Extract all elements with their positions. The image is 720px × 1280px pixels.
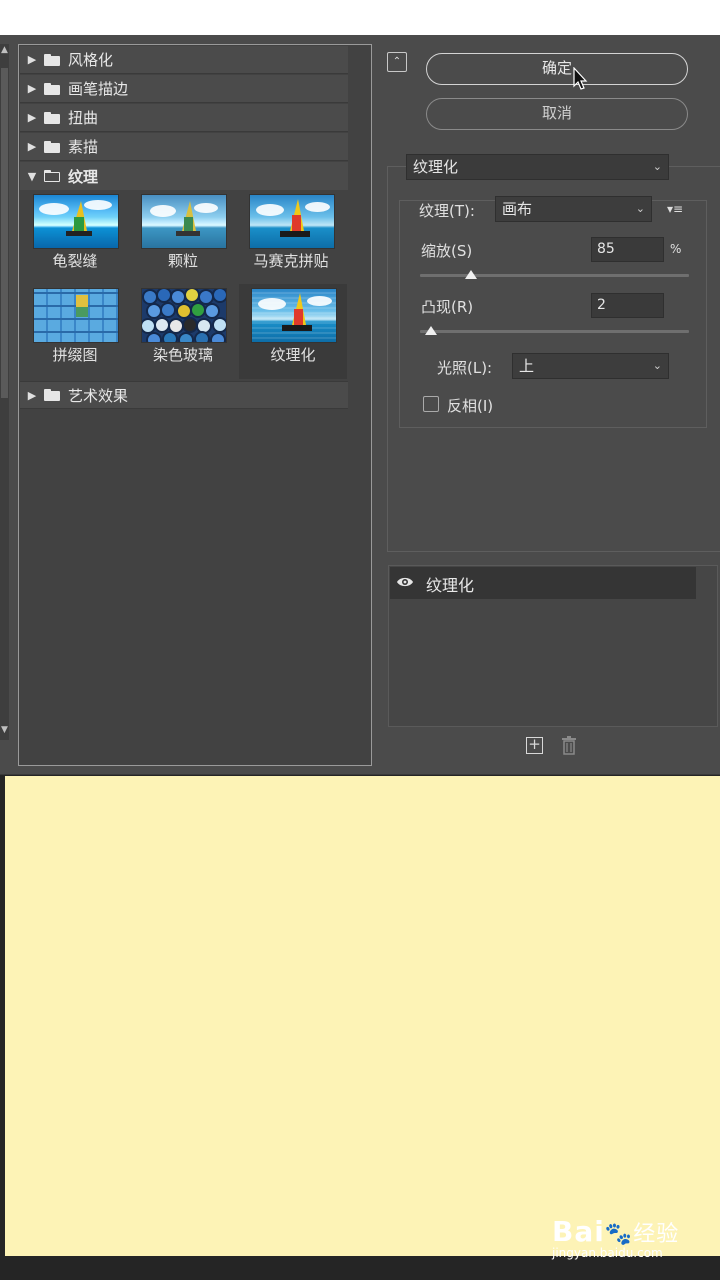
watermark-url: jingyan.baidu.com — [552, 1246, 663, 1260]
filter-type-select[interactable]: 纹理化 ⌄ — [406, 154, 669, 180]
light-direction-select[interactable]: 上 ⌄ — [512, 353, 669, 379]
left-scrollbar[interactable]: ▲ ▼ — [0, 44, 9, 740]
collapse-triangle-icon: ▼ — [27, 169, 37, 183]
texture-label: 纹理(T): — [419, 202, 475, 220]
category-texture[interactable]: ▼ 纹理 — [20, 162, 348, 190]
folder-icon — [44, 82, 60, 95]
thumbnail-image — [251, 288, 337, 343]
category-artistic[interactable]: ▶ 艺术效果 — [20, 381, 348, 409]
scaling-label: 缩放(S) — [421, 242, 473, 260]
category-distort[interactable]: ▶ 扭曲 — [20, 104, 348, 132]
scaling-slider-track[interactable] — [420, 274, 689, 277]
expand-triangle-icon: ▶ — [27, 82, 37, 95]
expand-triangle-icon: ▶ — [27, 388, 37, 402]
folder-icon — [44, 140, 60, 153]
thumbnail-image — [249, 194, 335, 249]
collapse-gallery-icon[interactable]: ⌃ — [387, 52, 407, 72]
scrollbar-thumb[interactable] — [1, 68, 8, 398]
thumbnail-image — [141, 288, 227, 343]
scroll-down-icon[interactable]: ▼ — [0, 724, 9, 736]
folder-icon — [44, 389, 60, 401]
relief-input[interactable]: 2 — [591, 293, 664, 318]
relief-slider-track[interactable] — [420, 330, 689, 333]
mouse-pointer-icon — [573, 67, 588, 90]
folder-open-icon — [44, 170, 60, 182]
texture-select[interactable]: 画布 ⌄ — [495, 196, 652, 222]
light-label: 光照(L): — [437, 359, 493, 377]
filter-thumb-grain[interactable]: 颗粒 — [129, 190, 237, 282]
chevron-down-icon: ⌄ — [652, 359, 662, 372]
filter-gallery-list: ▶ 风格化 ▶ 画笔描边 ▶ 扭曲 ▶ 素描 ▼ 纹理 龟裂缝 颗粒 马赛克拼贴… — [18, 44, 372, 766]
scroll-up-icon[interactable]: ▲ — [0, 44, 9, 56]
chevron-down-icon: ⌄ — [635, 202, 645, 215]
document-canvas[interactable] — [5, 776, 720, 1256]
baidu-watermark: Bai🐾经验 jingyan.baidu.com — [552, 1205, 692, 1265]
invert-checkbox[interactable] — [423, 396, 439, 412]
filter-thumb-craquelure[interactable]: 龟裂缝 — [21, 190, 129, 282]
category-stylize[interactable]: ▶ 风格化 — [20, 46, 348, 74]
folder-icon — [44, 53, 60, 66]
filter-thumb-stained-glass[interactable]: 染色玻璃 — [129, 284, 237, 376]
eye-icon[interactable] — [396, 575, 414, 589]
thumbnail-image — [33, 194, 119, 249]
new-effect-layer-icon[interactable]: + — [526, 737, 543, 754]
relief-label: 凸现(R) — [421, 298, 474, 316]
thumbnail-image — [33, 288, 119, 343]
folder-icon — [44, 111, 60, 124]
scaling-slider-handle[interactable] — [465, 270, 478, 279]
chevron-down-icon: ⌄ — [652, 160, 662, 173]
expand-triangle-icon: ▶ — [27, 53, 37, 66]
scaling-input[interactable]: 85 — [591, 237, 664, 262]
filter-thumb-patchwork[interactable]: 拼缀图 — [21, 284, 129, 376]
expand-triangle-icon: ▶ — [27, 140, 37, 153]
category-brush-strokes[interactable]: ▶ 画笔描边 — [20, 75, 348, 103]
filter-thumb-mosaic-tiles[interactable]: 马赛克拼贴 — [237, 190, 345, 282]
relief-slider-handle[interactable] — [424, 326, 437, 335]
watermark-logo: Bai🐾经验 — [552, 1215, 680, 1248]
category-sketch[interactable]: ▶ 素描 — [20, 133, 348, 161]
ok-button[interactable]: 确定 — [426, 53, 688, 85]
paw-icon: 🐾 — [604, 1222, 634, 1247]
cancel-button[interactable]: 取消 — [426, 98, 688, 130]
title-bar-white — [0, 0, 720, 35]
trash-icon[interactable] — [561, 736, 577, 755]
effect-layer-name: 纹理化 — [426, 576, 475, 595]
expand-triangle-icon: ▶ — [27, 111, 37, 124]
invert-label: 反相(I) — [447, 397, 494, 415]
filter-thumb-texturizer[interactable]: 纹理化 — [239, 284, 347, 379]
texture-menu-icon[interactable]: ▾≡ — [667, 202, 687, 216]
scaling-unit: % — [670, 242, 682, 256]
thumbnail-image — [141, 194, 227, 249]
